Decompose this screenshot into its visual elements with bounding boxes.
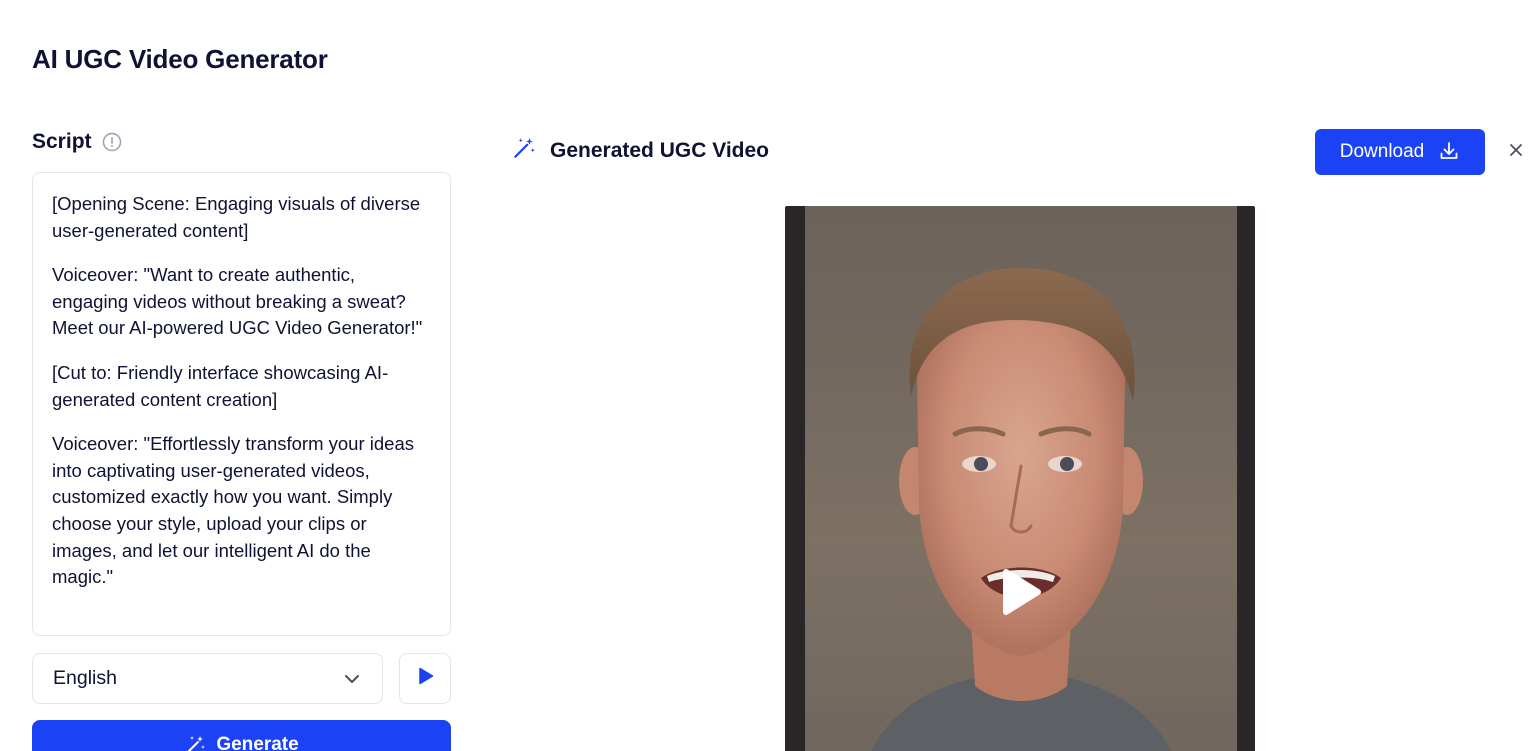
generate-button-label: Generate	[216, 734, 299, 751]
video-frame-image	[871, 268, 1171, 751]
script-label: Script	[32, 130, 92, 153]
video-thumbnail	[805, 206, 1237, 751]
magic-wand-icon	[184, 734, 206, 751]
script-paragraph: Voiceover: "Effortlessly transform your …	[52, 433, 420, 588]
page-title: AI UGC Video Generator	[32, 44, 328, 74]
script-paragraph: [Cut to: Friendly interface showcasing A…	[52, 361, 389, 410]
download-button[interactable]: Download	[1315, 129, 1485, 175]
language-select-value: English	[53, 667, 117, 689]
download-button-label: Download	[1339, 141, 1425, 162]
generate-button[interactable]: Generate	[32, 720, 451, 751]
play-icon	[998, 568, 1042, 621]
script-paragraph: [Opening Scene: Engaging visuals of dive…	[52, 193, 426, 241]
page: AI UGC Video Generator Script [Opening S…	[0, 0, 1539, 751]
language-select[interactable]: English	[32, 653, 383, 704]
script-header: Script	[32, 130, 122, 154]
close-button[interactable]	[1505, 141, 1527, 163]
magic-wand-icon	[512, 136, 536, 165]
download-icon	[1438, 140, 1460, 165]
result-title: Generated UGC Video	[550, 138, 770, 162]
video-player[interactable]	[785, 206, 1255, 751]
play-icon	[415, 666, 435, 691]
info-circle-icon[interactable]	[102, 132, 122, 152]
script-textarea[interactable]: [Opening Scene: Engaging visuals of dive…	[32, 172, 451, 636]
result-header: Generated UGC Video	[512, 136, 769, 165]
video-play-button[interactable]	[990, 564, 1050, 624]
close-icon	[1509, 143, 1523, 162]
preview-voice-button[interactable]	[399, 653, 451, 704]
script-paragraph: Voiceover: "Want to create authentic, en…	[52, 264, 423, 339]
chevron-down-icon	[342, 669, 362, 689]
